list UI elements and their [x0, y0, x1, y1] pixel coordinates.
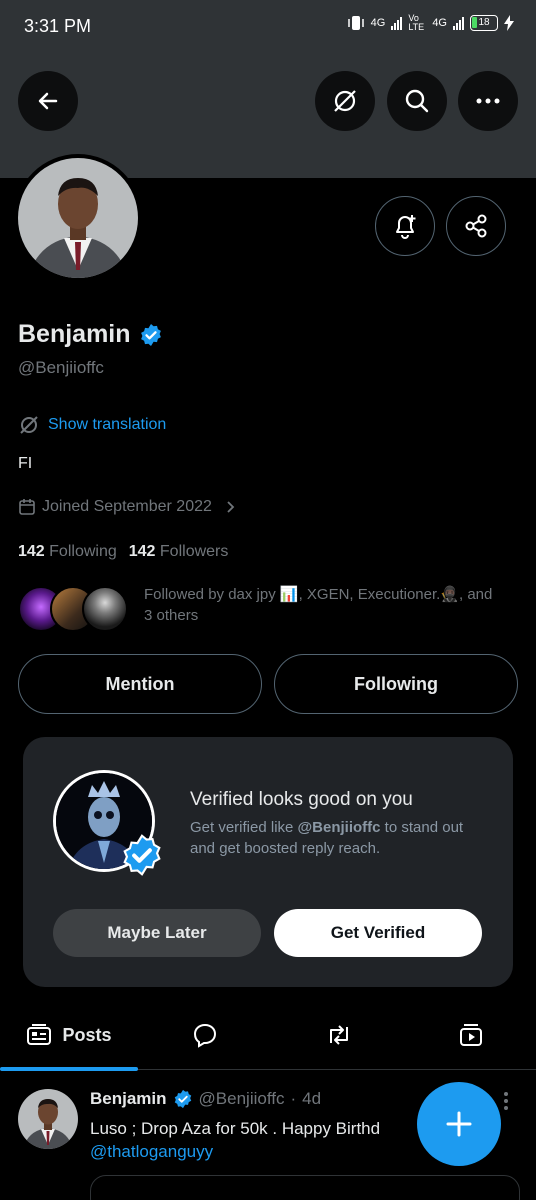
avatar-photo: [18, 158, 138, 278]
volte-label: Vo LTE: [408, 13, 425, 32]
plus-icon: [446, 1111, 472, 1137]
profile-tabs: Posts: [0, 1000, 536, 1071]
followers-stat[interactable]: 142 Followers: [129, 543, 229, 561]
verified-card-desc-handle: @Benjiioffc: [297, 819, 381, 836]
status-bar: 3:31 PM 4G Vo LTE 4G 18: [0, 0, 536, 52]
get-verified-button[interactable]: Get Verified: [274, 909, 482, 957]
video-stack-icon: [460, 1024, 482, 1046]
show-translation-label: Show translation: [48, 416, 167, 433]
post-author-avatar[interactable]: [18, 1089, 78, 1149]
battery-level: 18: [478, 17, 490, 28]
signal2-icon: [453, 16, 464, 30]
post-text: Luso ; Drop Aza for 50k . Happy Birthd: [90, 1119, 381, 1138]
calendar-icon: [19, 499, 35, 515]
avatar-photo: [18, 1089, 78, 1149]
following-button[interactable]: Following: [274, 654, 518, 714]
verified-card-desc-prefix: Get verified like: [190, 819, 298, 836]
maybe-later-button[interactable]: Maybe Later: [53, 909, 261, 957]
tab-posts-label: Posts: [62, 1024, 112, 1045]
posts-icon: [27, 1024, 52, 1045]
follower-avatar: [82, 586, 128, 632]
verified-badge-icon: [140, 323, 161, 346]
tab-media[interactable]: [406, 1000, 536, 1070]
verified-card-title: Verified looks good on you: [190, 789, 413, 810]
mention-button[interactable]: Mention: [18, 654, 262, 714]
share-button[interactable]: [446, 196, 506, 256]
arrow-left-icon: [38, 92, 58, 110]
active-tab-indicator: [0, 1067, 138, 1071]
search-button[interactable]: [387, 71, 447, 131]
post-separator: ·: [290, 1089, 297, 1108]
signal1-icon: [391, 16, 403, 30]
battery-icon: 18: [470, 15, 498, 31]
status-time: 3:31 PM: [24, 16, 92, 36]
followers-count: 142: [128, 543, 156, 560]
net2-label: 4G: [432, 17, 447, 29]
status-icons: 4G Vo LTE 4G 18: [347, 14, 514, 32]
search-icon: [405, 89, 429, 113]
followed-by-text: Followed by dax jpy 📊, XGEN, Executioner…: [144, 586, 493, 624]
charging-icon: [504, 15, 514, 31]
profile-handle: @Benjiioffc: [18, 358, 104, 377]
notify-button[interactable]: [375, 196, 435, 256]
compose-fab-button[interactable]: [417, 1082, 501, 1166]
follow-stats: 142 Following 142 Followers: [18, 543, 228, 561]
profile-bio: FI: [18, 455, 33, 472]
profile-name-row: Benjamin: [18, 320, 163, 349]
quoted-post-card[interactable]: [90, 1175, 520, 1200]
tab-replies[interactable]: [138, 1000, 272, 1070]
joined-date: Joined September 2022: [42, 498, 212, 515]
translate-icon: [334, 90, 356, 112]
show-translation-link[interactable]: Show translation: [18, 414, 166, 436]
verified-card-description: Get verified like @Benjiioffc to stand o…: [190, 817, 490, 859]
post-author-name[interactable]: Benjamin: [90, 1089, 167, 1109]
tab-reposts[interactable]: [272, 1000, 406, 1070]
reply-icon: [193, 1023, 217, 1048]
share-icon: [465, 214, 487, 238]
translate-button[interactable]: [315, 71, 375, 131]
followers-stat-label: Followers: [159, 543, 229, 560]
translate-icon: [20, 416, 38, 434]
follower-avatars: [18, 584, 130, 634]
post-mention-link[interactable]: @thatloganguyy: [90, 1142, 213, 1162]
profile-name: Benjamin: [18, 320, 131, 348]
tab-posts[interactable]: Posts: [0, 1000, 138, 1071]
post-time: 4d: [302, 1089, 322, 1108]
followed-by-row[interactable]: Followed by dax jpy 📊, XGEN, Executioner…: [18, 584, 504, 634]
joined-date-row[interactable]: Joined September 2022: [18, 498, 238, 516]
vibrate-icon: [347, 16, 364, 30]
chevron-right-icon: [227, 501, 235, 513]
more-icon: [476, 98, 500, 104]
following-count: 142: [18, 543, 45, 560]
bell-plus-icon: [396, 215, 416, 239]
following-stat[interactable]: 142 Following: [18, 543, 117, 561]
verified-badge-icon: [174, 1089, 191, 1109]
verified-upsell-card: Verified looks good on you Get verified …: [23, 737, 513, 987]
following-stat-label: Following: [49, 543, 117, 560]
net1-label: 4G: [370, 17, 386, 29]
verified-badge-icon: [123, 834, 161, 876]
post-more-icon[interactable]: [498, 1090, 514, 1112]
profile-avatar[interactable]: [14, 154, 142, 282]
back-button[interactable]: [18, 71, 78, 131]
post-author-handle: @Benjiioffc: [198, 1089, 285, 1108]
repost-icon: [330, 1025, 348, 1045]
post-header: Benjamin @Benjiioffc · 4d: [90, 1089, 321, 1109]
more-button[interactable]: [458, 71, 518, 131]
